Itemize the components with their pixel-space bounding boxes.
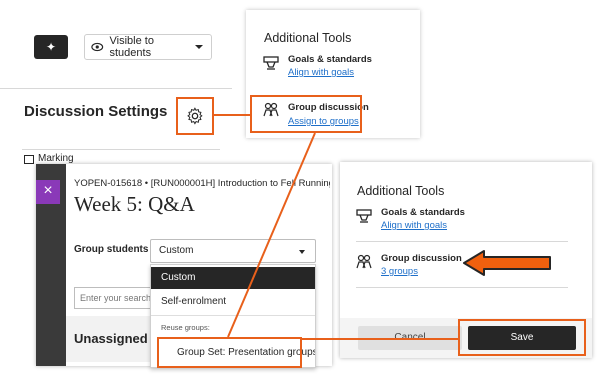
goals-standards-label: Goals & standards <box>288 54 372 65</box>
breadcrumb: YOPEN-015618 • [RUN000001H] Introduction… <box>74 178 330 189</box>
additional-tools-title: Additional Tools <box>264 31 352 45</box>
eye-icon <box>91 42 104 52</box>
groups-count-link[interactable]: 3 groups <box>381 266 418 277</box>
save-highlight <box>458 319 586 356</box>
group-icon <box>356 254 372 269</box>
divider <box>151 315 315 316</box>
reuse-groups-heading: Reuse groups: <box>161 323 210 332</box>
marking-label: Marking <box>38 153 74 164</box>
chevron-down-icon <box>299 250 305 254</box>
sparkle-icon: ✦ <box>45 40 57 54</box>
align-with-goals-link[interactable]: Align with goals <box>381 220 447 231</box>
marking-icon <box>24 155 34 164</box>
additional-tools-title: Additional Tools <box>357 184 445 198</box>
search-input[interactable]: Enter your search <box>74 287 152 309</box>
chevron-down-icon <box>195 45 203 49</box>
page-title: Week 5: Q&A <box>74 192 195 216</box>
group-set-highlight <box>157 337 302 368</box>
group-discussion-highlight <box>250 95 362 133</box>
divider <box>22 149 220 150</box>
dropdown-option-self-enrolment[interactable]: Self-enrolment <box>151 291 315 313</box>
cancel-button[interactable]: Cancel <box>358 326 462 350</box>
unassigned-students-heading: Unassigned students <box>74 331 150 346</box>
goals-standards-label: Goals & standards <box>381 207 465 218</box>
pointer-arrow <box>463 250 551 276</box>
dropdown-option-custom[interactable]: Custom <box>151 267 315 289</box>
group-discussion-label: Group discussion <box>381 253 462 264</box>
goals-icon <box>356 209 372 223</box>
settings-title: Discussion Settings <box>24 103 168 120</box>
goals-icon <box>263 56 279 70</box>
ai-assist-button[interactable]: ✦ <box>34 35 68 59</box>
group-students-select[interactable]: Custom <box>150 239 316 263</box>
divider <box>356 287 568 288</box>
visibility-dropdown[interactable]: Visible to students <box>84 34 212 60</box>
group-students-value: Custom <box>159 245 194 256</box>
gear-highlight <box>176 97 214 135</box>
group-students-label: Group students <box>74 244 149 255</box>
divider <box>356 241 568 242</box>
visibility-label: Visible to students <box>109 35 154 59</box>
align-with-goals-link[interactable]: Align with goals <box>288 67 354 78</box>
content-toolbar: ✦ Visible to students <box>0 0 232 82</box>
close-icon: × <box>43 182 53 199</box>
close-button[interactable]: × <box>36 180 60 204</box>
